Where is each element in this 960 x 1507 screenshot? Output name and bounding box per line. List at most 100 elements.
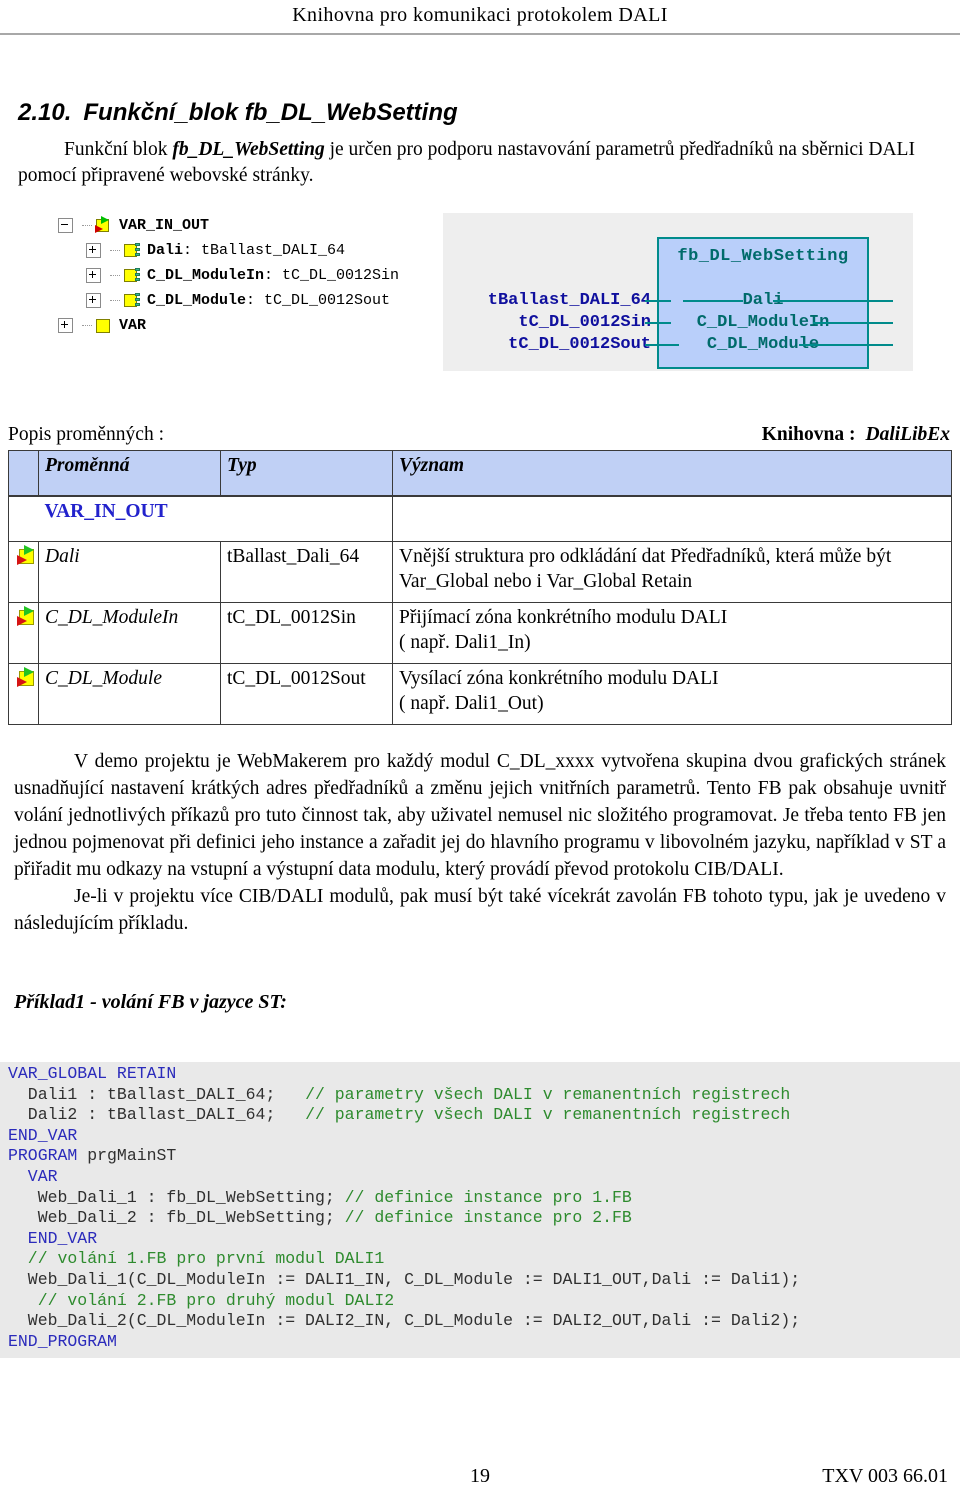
fb-wire-tail-1 [813,322,869,324]
table-row: C_DL_ModuleIn tC_DL_0012Sin Přijímací zóna… [8,602,952,664]
tree-item-type: : tBallast_DALI_64 [183,242,346,259]
tree-item[interactable]: VAR [58,313,399,338]
row-variable-meaning: Vysílací zóna konkrétního modulu DALI ( … [392,663,952,725]
tree-connector [82,224,92,227]
code-keyword: END_VAR [8,1228,98,1248]
intro-text-before: Funkční blok [64,139,173,160]
code-line: VAR [8,1167,960,1188]
struct-variable-icon [123,267,140,284]
code-line: PROGRAM prgMainST [8,1146,960,1167]
code-text: Dali2 : tBallast_DALI_64; [8,1105,306,1125]
code-line: Web_Dali_2 : fb_DL_WebSetting; // defini… [8,1208,960,1229]
header-divider [0,33,960,35]
row-variable-name: Dali [38,541,221,603]
code-line: END_PROGRAM [8,1332,960,1353]
tree-item-name: Dali [147,242,184,259]
code-keyword: VAR_GLOBAL RETAIN [8,1064,177,1083]
code-line: Web_Dali_1(C_DL_ModuleIn := DALI1_IN, C_… [8,1270,960,1291]
variable-tree: VAR_IN_OUT Dali : tBallast_DALI_64 C_DL_Mo… [58,213,399,338]
tree-connector [110,274,120,277]
code-line: Dali1 : tBallast_DALI_64; // parametry v… [8,1085,960,1106]
fb-wire-lead-1 [657,322,671,324]
table-row: C_DL_Module tC_DL_0012Sout Vysílací zóna k… [8,663,952,725]
tree-item-type: : tC_DL_0012Sout [246,292,391,309]
code-text: Web_Dali_2 : fb_DL_WebSetting; [8,1208,345,1228]
page-title: 2.10. Funkční_blok fb_DL_WebSetting [18,99,458,127]
group-blank-type [220,495,393,542]
library-name: DaliLibEx [865,424,950,445]
row-icon-cell [8,663,39,725]
row-variable-name: C_DL_Module [38,663,221,725]
tree-connector [110,299,120,302]
tree-item[interactable]: C_DL_Module : tC_DL_0012Sout [58,288,399,313]
code-text: prgMainST [77,1146,177,1166]
tree-item-name: C_DL_Module [147,292,247,309]
row-icon-cell [8,602,39,664]
code-text: Web_Dali_2(C_DL_ModuleIn := DALI2_IN, C_… [8,1311,801,1331]
library-label: Knihovna : [761,424,856,445]
tree-item-type: : tC_DL_0012Sin [264,267,400,284]
code-comment: // volání 1.FB pro první modul DALI1 [8,1249,385,1269]
fb-wire-lead-2 [657,344,679,346]
table-caption-right: Knihovna : DaliLibEx [762,424,950,446]
document-code: TXV 003 66.01 [822,1465,948,1487]
tree-item[interactable]: Dali : tBallast_DALI_64 [58,238,399,263]
variables-table: Proměnná Typ Význam VAR_IN_OUT Dali tBalla… [8,450,952,725]
body-paragraph-1: V demo projektu je WebMakerem pro každý … [14,751,946,880]
variable-icon [95,317,112,334]
table-caption-left: Popis proměnných : [8,424,164,445]
group-icon-cell [8,495,39,542]
code-comment: // definice instance pro 2.FB [344,1208,632,1228]
code-comment: // parametry všech DALI v remanentních r… [305,1084,791,1104]
function-block-figure: VAR_IN_OUT Dali : tBallast_DALI_64 C_DL_Mo… [0,205,960,380]
table-header-row: Proměnná Typ Význam [8,450,952,497]
expand-icon[interactable] [86,268,101,283]
code-line: Web_Dali_1 : fb_DL_WebSetting; // defini… [8,1188,960,1209]
code-line: VAR_GLOBAL RETAIN [8,1064,960,1085]
code-keyword: END_PROGRAM [8,1331,117,1351]
fb-wire-tail-0 [773,300,869,302]
function-block-panel: fb_DL_WebSetting tBallast_DALI_64 Dali t… [443,213,913,371]
code-text: Dali1 : tBallast_DALI_64; [8,1084,306,1104]
code-keyword: VAR [8,1166,58,1186]
section-number: 2.10. [18,99,72,126]
code-line: END_VAR [8,1126,960,1147]
table-row: Dali tBallast_Dali_64 Vnější struktura pro… [8,541,952,603]
col-head-meaning: Význam [392,450,952,497]
collapse-icon[interactable] [58,218,73,233]
code-comment: // definice instance pro 1.FB [344,1187,632,1207]
row-variable-meaning: Vnější struktura pro odkládání dat Předř… [392,541,952,603]
fb-wire-out-2 [869,344,893,346]
fb-input-type-2: tC_DL_0012Sout [508,335,651,354]
tree-item[interactable]: VAR_IN_OUT [58,213,399,238]
code-keyword: END_VAR [8,1125,78,1145]
fb-wire-out-1 [869,322,893,324]
tree-item[interactable]: C_DL_ModuleIn : tC_DL_0012Sin [58,263,399,288]
row-variable-meaning: Přijímací zóna konkrétního modulu DALI (… [392,602,952,664]
table-header: Proměnná Typ Význam [8,450,952,497]
expand-icon[interactable] [58,318,73,333]
page-number: 19 [470,1465,490,1487]
code-line: Web_Dali_2(C_DL_ModuleIn := DALI2_IN, C_… [8,1311,960,1332]
fb-wire-lead-0 [683,300,743,302]
tree-connector [110,249,120,252]
code-text: Web_Dali_1 : fb_DL_WebSetting; [8,1187,345,1207]
expand-icon[interactable] [86,293,101,308]
group-label: VAR_IN_OUT [38,495,221,542]
example-heading: Příklad1 - volání FB v jazyce ST: [14,991,287,1013]
struct-variable-icon [123,292,140,309]
expand-icon[interactable] [86,243,101,258]
code-comment: // volání 2.FB pro druhý modul DALI2 [8,1290,395,1310]
code-line: END_VAR [8,1229,960,1250]
intro-paragraph: Funkční blok fb_DL_WebSetting je určen p… [18,137,942,189]
group-blank-meaning [392,495,952,542]
col-head-type: Typ [220,450,393,497]
table-group-row: VAR_IN_OUT [8,495,952,542]
code-line: // volání 2.FB pro druhý modul DALI2 [8,1291,960,1312]
code-line: Dali2 : tBallast_DALI_64; // parametry v… [8,1105,960,1126]
table-body: VAR_IN_OUT Dali tBallast_Dali_64 Vnější str… [8,495,952,725]
st-code-block: VAR_GLOBAL RETAIN Dali1 : tBallast_DALI_… [0,1062,960,1359]
section-title-text: Funkční_blok fb_DL_WebSetting [83,99,458,126]
tree-connector [82,324,92,327]
tree-item-name: VAR_IN_OUT [119,217,210,234]
